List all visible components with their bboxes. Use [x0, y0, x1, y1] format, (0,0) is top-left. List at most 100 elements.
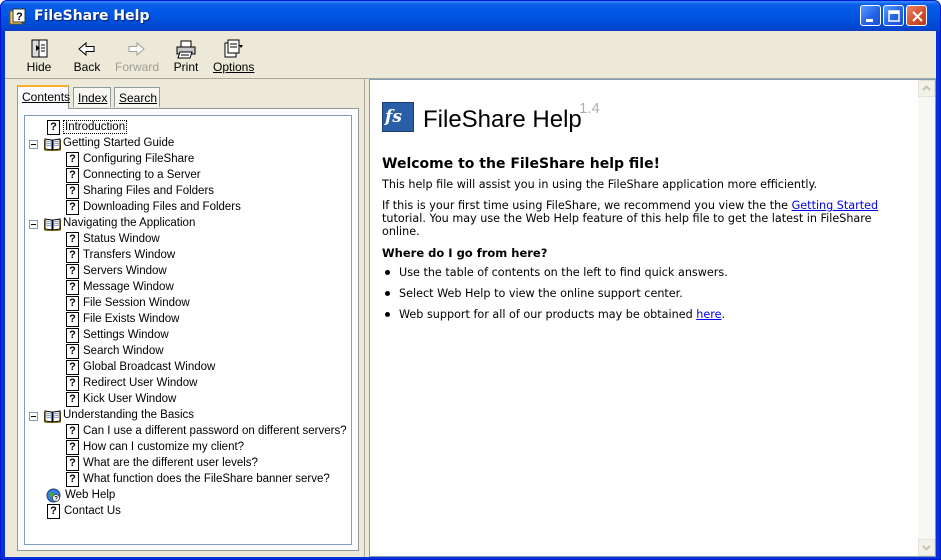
scroll-up-icon	[922, 85, 931, 91]
tree-item-label: Introduction	[62, 120, 128, 134]
tree-item-label: Connecting to a Server	[83, 169, 201, 181]
tree-item-label: Can I use a different password on differ…	[83, 425, 347, 437]
tree-item[interactable]: Navigating the Application	[25, 216, 345, 232]
help-page-icon: ?	[66, 248, 79, 263]
tree-item-label: Contact Us	[64, 505, 121, 517]
where-next-list: Use the table of contents on the left to…	[382, 266, 902, 321]
tree-item[interactable]: ? Servers Window	[25, 264, 345, 280]
help-page-icon: ?	[66, 232, 79, 247]
svg-text:?: ?	[54, 497, 58, 503]
tree-item[interactable]: ? Search Window	[25, 344, 345, 360]
tree-item[interactable]: ? What function does the FileShare banner…	[25, 472, 345, 488]
tree-item-label: How can I customize my client?	[83, 441, 245, 453]
where-next-heading: Where do I go from here?	[382, 246, 548, 260]
window-title: FileShare Help	[34, 8, 150, 24]
tree-item-label: Transfers Window	[83, 249, 176, 261]
open-book-icon	[44, 218, 61, 231]
open-book-icon	[44, 138, 61, 151]
tree-item[interactable]: ? Message Window	[25, 280, 345, 296]
fileshare-logo: fs	[382, 102, 414, 132]
options-label: Options	[213, 60, 255, 74]
tab-contents[interactable]: Contents	[17, 85, 70, 109]
tree-item[interactable]: Understanding the Basics	[25, 408, 345, 424]
tree-item[interactable]: ? Settings Window	[25, 328, 345, 344]
tree-item[interactable]: ? How can I customize my client?	[25, 440, 345, 456]
scroll-up-button[interactable]	[918, 80, 935, 97]
web-support-period: .	[721, 308, 726, 321]
scroll-down-button[interactable]	[918, 539, 935, 556]
help-page-icon: ?	[66, 264, 79, 279]
open-book-icon	[44, 410, 61, 423]
tree-item[interactable]: ? Kick User Window	[25, 392, 345, 408]
tree-item-label: Downloading Files and Folders	[83, 201, 241, 213]
toolbar: Hide Back Forward Print Options	[5, 31, 936, 79]
collapse-toggle[interactable]	[29, 140, 38, 149]
help-page-icon: ?	[66, 424, 79, 439]
minimize-button[interactable]	[860, 5, 881, 26]
title-bar[interactable]: ? FileShare Help	[1, 1, 940, 31]
hide-pane-icon	[31, 39, 48, 58]
back-button[interactable]: Back	[71, 39, 103, 77]
forward-button[interactable]: Forward	[115, 39, 160, 77]
forward-label: Forward	[115, 60, 160, 74]
getting-started-link[interactable]: Getting Started	[792, 199, 879, 212]
topic-pane: fs FileShare Help 1.4 Welcome to the Fil…	[369, 79, 936, 557]
help-page-icon: ?	[66, 376, 79, 391]
tree-item-label: Configuring FileShare	[83, 153, 195, 165]
close-button[interactable]	[906, 5, 927, 26]
tree-item-label: File Session Window	[83, 297, 190, 309]
help-version: 1.4	[579, 100, 600, 117]
help-page-icon: ?	[66, 312, 79, 327]
tree-item[interactable]: ? Sharing Files and Folders	[25, 184, 345, 200]
back-arrow-icon	[78, 41, 95, 57]
tree-item[interactable]: ? Can I use a different password on diffe…	[25, 424, 347, 440]
list-item: Use the table of contents on the left to…	[382, 266, 902, 279]
tree-item[interactable]: ? File Session Window	[25, 296, 345, 312]
maximize-button[interactable]	[883, 5, 904, 26]
hide-label: Hide	[26, 60, 52, 74]
contents-panel: ? Introduction Getting Started Guide? Confi…	[17, 108, 359, 551]
maximize-icon	[888, 10, 900, 22]
tree-item[interactable]: ? Global Broadcast Window	[25, 360, 345, 376]
tree-item[interactable]: ? Transfers Window	[25, 248, 345, 264]
collapse-toggle[interactable]	[29, 220, 38, 229]
tree-item[interactable]: ? Connecting to a Server	[25, 168, 345, 184]
globe-icon: ?	[46, 488, 61, 503]
first-time-text-start: If this is your first time using FileSha…	[382, 199, 792, 212]
back-label: Back	[73, 60, 101, 74]
tree-item[interactable]: ? Web Help	[25, 488, 345, 504]
help-title: FileShare Help	[423, 106, 582, 133]
collapse-toggle[interactable]	[29, 412, 38, 421]
options-button[interactable]: Options	[213, 39, 255, 77]
tree-item[interactable]: ? Introduction	[25, 120, 345, 136]
tree-item-label: File Exists Window	[83, 313, 180, 325]
close-icon	[912, 11, 923, 22]
tree-item[interactable]: ? Contact Us	[25, 504, 345, 520]
tree-item[interactable]: ? Redirect User Window	[25, 376, 345, 392]
print-label: Print	[173, 60, 199, 74]
help-page-icon: ?	[66, 296, 79, 311]
intro-paragraph: This help file will assist you in using …	[382, 178, 818, 191]
vertical-scrollbar[interactable]	[918, 80, 935, 556]
tree-item[interactable]: Getting Started Guide	[25, 136, 345, 152]
hide-button[interactable]: Hide	[25, 39, 53, 77]
list-item: Select Web Help to view the online suppo…	[382, 287, 902, 300]
tree-item[interactable]: ? Configuring FileShare	[25, 152, 345, 168]
tab-index[interactable]: Index	[73, 87, 111, 107]
tree-item[interactable]: ? Status Window	[25, 232, 345, 248]
tree-item[interactable]: ? What are the different user levels?	[25, 456, 345, 472]
tree-item[interactable]: ? Downloading Files and Folders	[25, 200, 345, 216]
tree-item-label: Sharing Files and Folders	[83, 185, 215, 197]
help-page-icon: ?	[66, 472, 79, 487]
tab-search[interactable]: Search	[114, 87, 160, 107]
tree-item-label: Redirect User Window	[83, 377, 198, 389]
help-window: ? FileShare Help Hide Back Forward Print…	[0, 0, 941, 560]
contents-tree[interactable]: ? Introduction Getting Started Guide? Confi…	[24, 115, 352, 545]
help-page-icon: ?	[66, 440, 79, 455]
tree-item-label: Understanding the Basics	[63, 409, 195, 421]
print-button[interactable]: Print	[171, 39, 201, 77]
tab-search-label: Search	[119, 91, 158, 105]
logo-text: fs	[385, 107, 402, 127]
tree-item[interactable]: ? File Exists Window	[25, 312, 345, 328]
here-link[interactable]: here	[696, 308, 721, 321]
